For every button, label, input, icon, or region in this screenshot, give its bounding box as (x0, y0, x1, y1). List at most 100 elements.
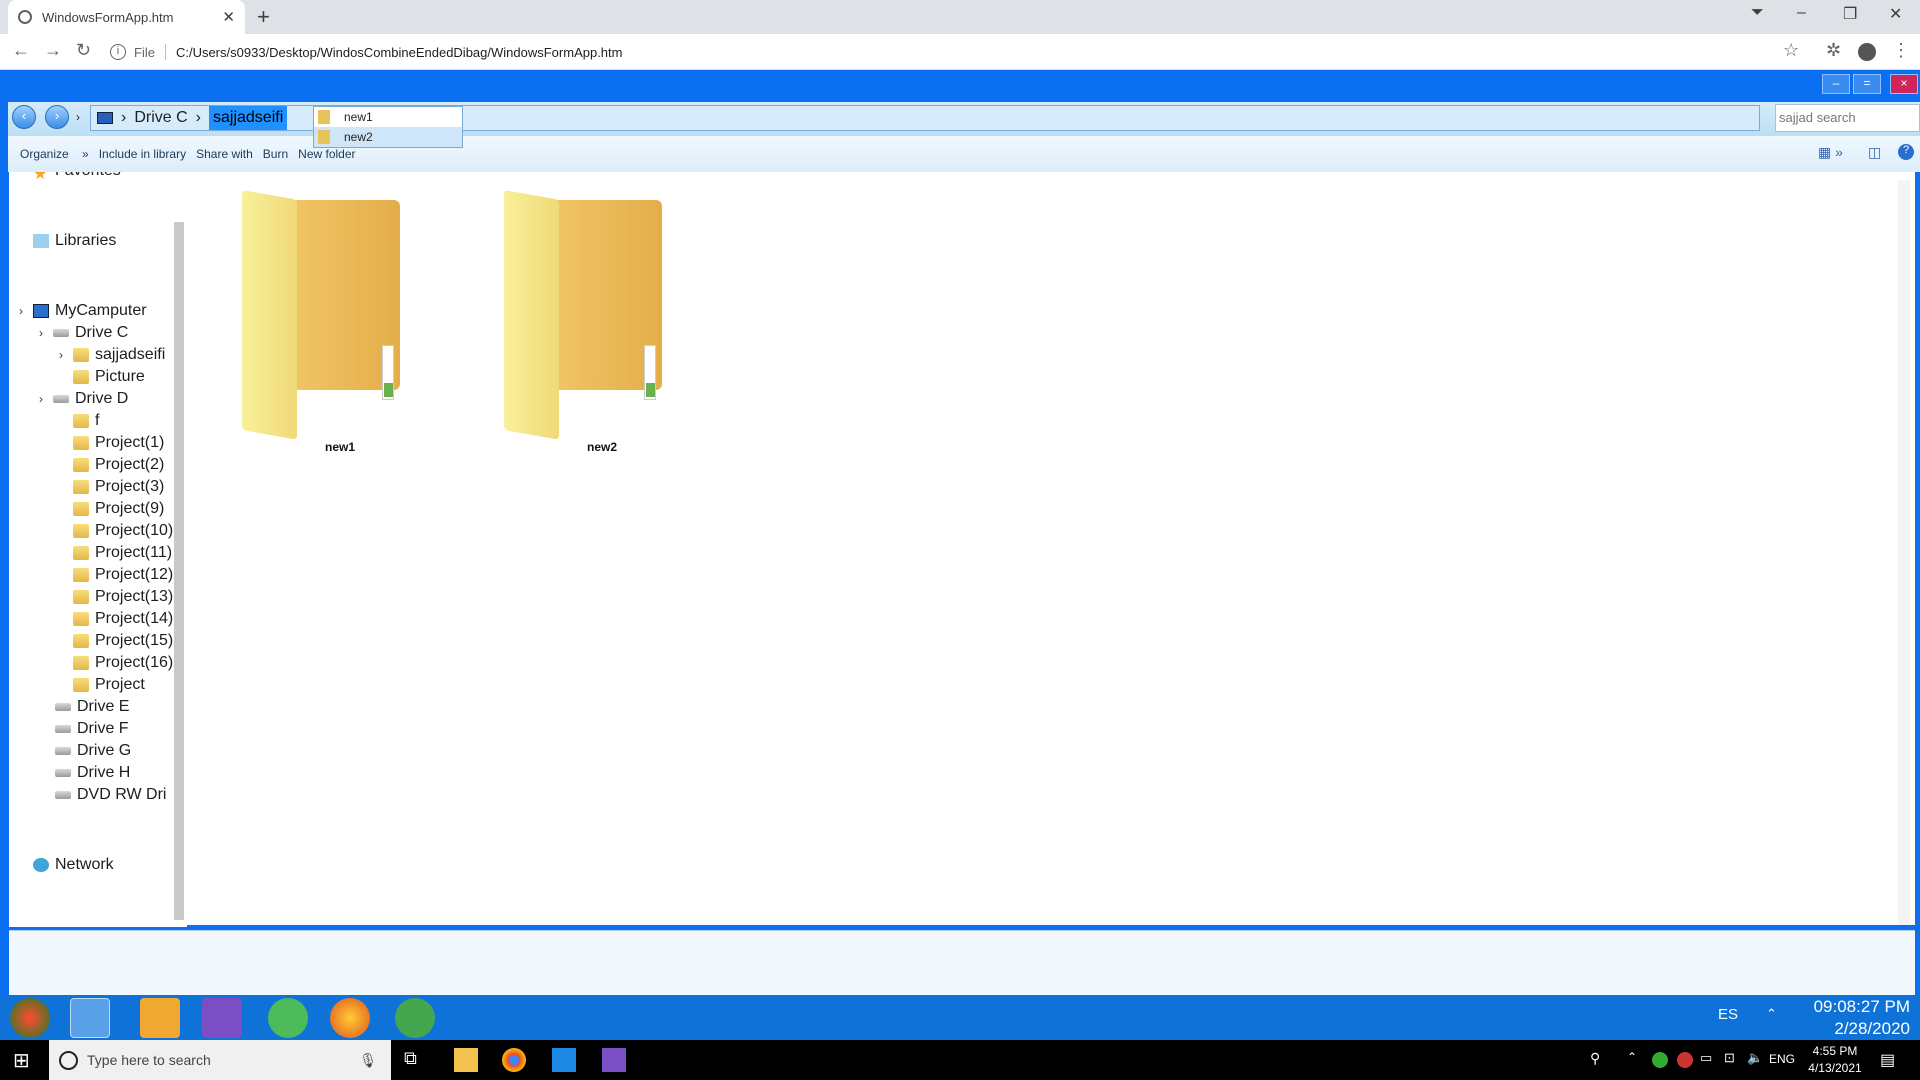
tree-item[interactable]: Project(2) (73, 456, 164, 474)
windows-clock[interactable]: 4:55 PM 4/13/2021 (1800, 1043, 1870, 1077)
visual-studio-taskbar-icon[interactable] (602, 1048, 626, 1072)
recent-chevron-icon[interactable]: › (76, 110, 80, 124)
telegram-icon[interactable] (268, 998, 308, 1038)
breadcrumb-sajjadseifi[interactable]: sajjadseifi (209, 106, 288, 130)
menu-kebab-icon[interactable]: ⋮ (1892, 40, 1910, 61)
restore-button[interactable]: ❐ (1843, 4, 1857, 24)
help-icon[interactable]: ? (1898, 144, 1914, 160)
app-maximize-button[interactable]: = (1853, 74, 1881, 94)
chrome-icon[interactable] (502, 1048, 526, 1072)
share-with-button[interactable]: Share with (196, 147, 253, 161)
folder-icon (73, 634, 89, 648)
computer-icon (33, 304, 49, 318)
tree-network[interactable]: Network (33, 856, 114, 874)
start-orb-icon[interactable] (10, 998, 50, 1038)
tree-item-picture[interactable]: Picture (73, 368, 145, 386)
ie-icon[interactable] (395, 998, 435, 1038)
battery-icon[interactable]: ▭ (1700, 1050, 1712, 1066)
preview-pane-icon[interactable]: ◫ (1868, 144, 1881, 161)
tree-item[interactable]: Project (73, 676, 145, 694)
windows-language[interactable]: ENG (1769, 1052, 1795, 1066)
drive-icon (55, 769, 71, 777)
tree-libraries[interactable]: Libraries (33, 232, 116, 250)
tree-drive-g[interactable]: Drive G (55, 742, 131, 760)
windows-search-box[interactable]: Type here to search 🎙 (49, 1040, 391, 1080)
tree-item[interactable]: Project(3) (73, 478, 164, 496)
browser-tab[interactable]: WindowsFormApp.htm ✕ (8, 0, 245, 34)
forward-arrow-icon[interactable]: → (44, 40, 62, 61)
tray-overflow-icon[interactable]: ⌃ (1627, 1050, 1637, 1064)
tree-item[interactable]: Project(12) (73, 566, 173, 584)
view-options-icon[interactable]: ▦ » (1818, 144, 1843, 161)
new-tab-button[interactable]: + (257, 4, 270, 30)
burn-button[interactable]: Burn (263, 147, 288, 161)
tree-item[interactable]: Project(1) (73, 434, 164, 452)
tree-item[interactable]: Project(15) (73, 632, 173, 650)
tree-item[interactable]: Project(9) (73, 500, 164, 518)
reload-icon[interactable]: ↻ (76, 40, 91, 61)
tab-search-icon[interactable]: ⏷ (1751, 4, 1764, 22)
new-folder-button[interactable]: New folder (298, 147, 355, 161)
tree-computer[interactable]: › MyCamputer (19, 302, 147, 320)
folder-icon (73, 678, 89, 692)
info-icon[interactable]: i (110, 44, 126, 60)
drive-icon (53, 395, 69, 403)
organize-button[interactable]: Organize » (20, 147, 89, 161)
dropdown-item[interactable]: new1 (314, 107, 462, 127)
tray-chevron-icon[interactable]: ⌃ (1766, 1006, 1777, 1022)
content-scrollbar[interactable] (1898, 180, 1910, 925)
folder-new1[interactable] (240, 190, 420, 440)
tree-item-sajjadseifi[interactable]: › sajjadseifi (59, 346, 165, 364)
windows-start-icon[interactable]: ⊞ (13, 1048, 37, 1072)
tree-item[interactable]: Project(16) (73, 654, 173, 672)
tree-drive-e[interactable]: Drive E (55, 698, 129, 716)
folder-icon (73, 458, 89, 472)
tree-item[interactable]: Project(11) (73, 544, 172, 562)
explorer-forward-button[interactable]: › (45, 105, 69, 129)
tree-item[interactable]: Project(13) (73, 588, 173, 606)
tree-favorites[interactable]: ★Favorites (33, 172, 121, 183)
url-text[interactable]: C:/Users/s0933/Desktop/WindosCombineEnde… (176, 45, 623, 60)
tree-item[interactable]: Project(14) (73, 610, 173, 628)
extensions-icon[interactable]: ✲ (1826, 40, 1841, 61)
tree-item[interactable]: Project(10) (73, 522, 173, 540)
close-window-button[interactable]: ✕ (1889, 4, 1902, 24)
folder-new2[interactable] (502, 190, 682, 440)
tree-dvd-drive[interactable]: DVD RW Dri (55, 786, 166, 804)
media-player-icon[interactable] (140, 998, 180, 1038)
notifications-icon[interactable]: ▤ (1880, 1050, 1895, 1070)
app-minimize-button[interactable]: – (1822, 74, 1850, 94)
folder-icon (73, 502, 89, 516)
search-input[interactable]: sajjad search (1775, 104, 1920, 132)
tray-app-icon[interactable] (1652, 1052, 1668, 1068)
network-tray-icon[interactable]: ⊡ (1724, 1050, 1735, 1066)
tree-drive-c[interactable]: › Drive C (39, 324, 128, 342)
include-library-button[interactable]: Include in library (99, 147, 186, 161)
minimize-button[interactable]: – (1797, 4, 1806, 22)
vscode-icon[interactable] (552, 1048, 576, 1072)
explorer-app-icon[interactable] (70, 998, 110, 1038)
volume-icon[interactable]: 🔈 (1747, 1050, 1763, 1066)
language-indicator[interactable]: ES (1718, 1006, 1738, 1023)
address-bar[interactable]: i File C:/Users/s0933/Desktop/WindosComb… (110, 37, 1810, 67)
tree-drive-f[interactable]: Drive F (55, 720, 129, 738)
dropdown-item[interactable]: new2 (314, 127, 462, 147)
people-icon[interactable]: ⚲ (1590, 1050, 1600, 1067)
tray-app-icon[interactable] (1677, 1052, 1693, 1068)
app-close-button[interactable]: × (1890, 74, 1918, 94)
tree-drive-d[interactable]: › Drive D (39, 390, 128, 408)
tree-item[interactable]: f (73, 412, 99, 430)
close-tab-icon[interactable]: ✕ (222, 8, 235, 26)
nav-scrollbar[interactable] (174, 222, 184, 920)
task-view-icon[interactable]: ⧉ (404, 1048, 428, 1072)
profile-avatar[interactable] (1858, 43, 1876, 61)
back-arrow-icon[interactable]: ← (12, 40, 30, 61)
file-explorer-icon[interactable] (454, 1048, 478, 1072)
explorer-back-button[interactable]: ‹ (12, 105, 36, 129)
microphone-icon[interactable]: 🎙 (359, 1052, 377, 1069)
tree-drive-h[interactable]: Drive H (55, 764, 130, 782)
firefox-icon[interactable] (330, 998, 370, 1038)
visual-studio-icon[interactable] (202, 998, 242, 1038)
breadcrumb-drive-c[interactable]: Drive C (134, 109, 187, 127)
bookmark-star-icon[interactable]: ☆ (1783, 40, 1799, 61)
